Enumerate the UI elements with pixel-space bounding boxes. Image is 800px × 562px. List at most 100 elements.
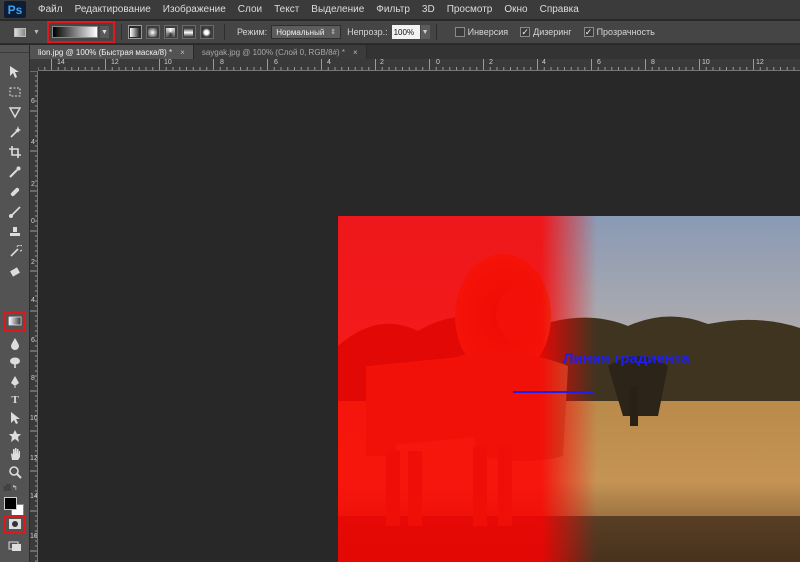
ruler-left-number: 6 [31, 337, 35, 344]
photoshop-logo: Ps [4, 1, 26, 18]
ruler-left-number: 4 [31, 139, 35, 146]
menu-layers[interactable]: Слои [232, 4, 268, 15]
ruler-top-number: 14 [57, 59, 65, 66]
lion-photo-with-mask [338, 216, 800, 562]
dither-checkbox[interactable]: ✓ [520, 27, 531, 37]
gradient-line [513, 391, 593, 393]
ruler-top-number: 4 [327, 59, 331, 66]
menu-select[interactable]: Выделение [305, 4, 370, 15]
path-select-icon[interactable] [5, 409, 25, 426]
ruler-corner[interactable] [30, 59, 38, 71]
opacity-input[interactable]: 100% [391, 25, 420, 39]
ruler-left-number: 6 [31, 98, 35, 105]
pen-icon[interactable] [5, 373, 25, 390]
blend-mode-value: Нормальный [276, 27, 325, 37]
gradient-picker[interactable] [51, 26, 98, 38]
swap-colors-icon[interactable]: ⬛↰ [3, 484, 18, 492]
menu-help[interactable]: Справка [534, 4, 585, 15]
ruler-top-number: 12 [756, 59, 764, 66]
gradient-dropdown-icon[interactable]: ▼ [99, 26, 109, 38]
ruler-left-number: 4 [31, 297, 35, 304]
gradient-tool-preset-icon [14, 27, 26, 37]
brush-icon[interactable] [5, 203, 25, 220]
move-icon[interactable] [5, 63, 25, 80]
blur-icon[interactable] [5, 335, 25, 352]
lasso-icon[interactable] [5, 103, 25, 120]
mode-label: Режим: [236, 27, 268, 37]
gradient-icon[interactable] [4, 311, 26, 331]
tab-saygak[interactable]: saygak.jpg @ 100% (Слой 0, RGB/8#) * × [193, 45, 367, 59]
ruler-left-number: 10 [30, 415, 38, 422]
ruler-left-number: 2 [31, 181, 35, 188]
dodge-icon[interactable] [5, 353, 25, 370]
eyedropper-icon[interactable] [5, 163, 25, 180]
eraser-icon[interactable] [5, 263, 25, 280]
close-icon[interactable]: × [353, 48, 358, 57]
panel-grip[interactable] [0, 45, 29, 53]
separator [120, 24, 122, 40]
close-icon[interactable]: × [180, 48, 185, 57]
gradient-editor-highlight: ▼ [46, 21, 115, 43]
angle-gradient-icon [166, 27, 176, 37]
ruler-top-ticks [38, 59, 795, 70]
type-icon[interactable]: T [5, 391, 25, 408]
ruler-top-number: 2 [489, 59, 493, 66]
angle-gradient-button[interactable] [163, 25, 178, 39]
radial-gradient-icon [148, 27, 158, 37]
opacity-label: Непрозр.: [347, 27, 388, 37]
zoom-icon[interactable] [5, 463, 25, 480]
radial-gradient-button[interactable] [145, 25, 160, 39]
gradient-line-caption: Линия градиента [563, 350, 690, 367]
reflected-gradient-button[interactable] [181, 25, 196, 39]
ruler-top-number: 8 [651, 59, 655, 66]
ruler-top-number: 2 [380, 59, 384, 66]
hand-icon[interactable] [5, 445, 25, 462]
screen-mode-icon[interactable] [5, 537, 25, 554]
ruler-left-number: 14 [30, 493, 38, 500]
menu-3d[interactable]: 3D [416, 4, 441, 15]
opacity-dropdown-icon[interactable]: ▼ [420, 25, 430, 39]
shape-icon[interactable] [5, 427, 25, 444]
stamp-icon[interactable] [5, 223, 25, 240]
document-tabs: lion.jpg @ 100% (Быстрая маска/8) * × sa… [30, 45, 800, 59]
menu-image[interactable]: Изображение [157, 4, 232, 15]
dither-label: Дизеринг [533, 27, 572, 37]
tool-preset-picker[interactable] [10, 24, 30, 40]
diamond-gradient-button[interactable] [199, 25, 214, 39]
menu-window[interactable]: Окно [498, 4, 533, 15]
ruler-top-number: 6 [597, 59, 601, 66]
ruler-left[interactable]: 6 4 2 0 2 4 6 8 10 12 14 16 [30, 71, 38, 562]
menu-bar: Ps Файл Редактирование Изображение Слои … [0, 0, 800, 20]
foreground-color-swatch[interactable] [4, 497, 17, 510]
menu-view[interactable]: Просмотр [441, 4, 499, 15]
linear-gradient-icon [130, 27, 140, 37]
ruler-top-number: 6 [274, 59, 278, 66]
marquee-icon[interactable] [5, 83, 25, 100]
ruler-top-number: 10 [702, 59, 710, 66]
crop-icon[interactable] [5, 143, 25, 160]
tab-label: saygak.jpg @ 100% (Слой 0, RGB/8#) * [201, 47, 345, 57]
tab-lion[interactable]: lion.jpg @ 100% (Быстрая маска/8) * × [30, 45, 194, 59]
healing-icon[interactable] [5, 183, 25, 200]
magic-wand-icon[interactable] [5, 123, 25, 140]
ruler-left-number: 0 [31, 218, 35, 225]
ruler-top[interactable]: 14 12 10 8 6 4 2 0 2 4 6 8 10 12 [38, 59, 800, 71]
menu-file[interactable]: Файл [32, 4, 69, 15]
linear-gradient-button[interactable] [127, 25, 142, 39]
ruler-top-number: 8 [220, 59, 224, 66]
menu-filter[interactable]: Фильтр [370, 4, 416, 15]
inverse-checkbox[interactable] [454, 27, 465, 37]
menu-text[interactable]: Текст [268, 4, 305, 15]
blend-mode-select[interactable]: Нормальный ⇕ [271, 25, 342, 39]
transparency-checkbox[interactable]: ✓ [583, 27, 594, 37]
history-brush-icon[interactable] [5, 243, 25, 260]
options-bar: ▼ ▼ Режим: Нормальный ⇕ Непрозр.: 100% ▼ … [0, 21, 800, 44]
inverse-label: Инверсия [467, 27, 509, 37]
ruler-left-number: 2 [31, 259, 35, 266]
preset-dropdown-arrow-icon[interactable]: ▼ [33, 29, 40, 36]
chevron-updown-icon: ⇕ [330, 29, 337, 36]
separator [435, 24, 437, 40]
document-image[interactable] [338, 216, 800, 562]
menu-edit[interactable]: Редактирование [69, 4, 157, 15]
quick-mask-icon[interactable] [4, 515, 26, 533]
